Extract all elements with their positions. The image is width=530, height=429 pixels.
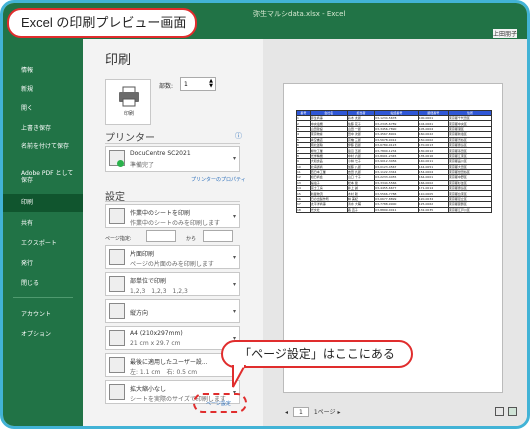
chevron-down-icon: ▾: [232, 308, 236, 315]
copies-value: 1: [184, 81, 188, 88]
scaling-icon: [109, 384, 125, 400]
table-cell: 03-8899-0011: [374, 206, 419, 214]
paper-icon: [109, 330, 125, 346]
sheet-icon: [109, 208, 125, 224]
preview-sheet-table: 番号 会社名 担当者 電話番号 郵便番号 住所 1 弥生商事 鈴木 太郎 03-123…: [296, 110, 493, 214]
print-button[interactable]: 印刷: [105, 79, 151, 125]
table-cell: 東京都江戸川区: [447, 206, 493, 214]
table-cell: 18: [296, 206, 311, 214]
margins-desc: 左: 1.1 cm 右: 0.5 cm: [130, 369, 198, 376]
page-setup-link[interactable]: ページ設定: [206, 400, 231, 407]
prev-page-icon[interactable]: ◂: [285, 409, 288, 416]
collate-select[interactable]: 部単位で印刷 1,2,3 1,2,3 1,2,3 ▾: [105, 272, 240, 296]
backstage-sidebar: 情報 新規 開く 上書き保存 名前を付けて保存 Adobe PDF として保存 …: [3, 39, 83, 426]
printer-heading: プリンター: [105, 133, 155, 144]
page-total: 1ページ: [313, 409, 336, 416]
sidebar-item-save-pdf[interactable]: Adobe PDF として保存: [3, 170, 77, 184]
callout-pointer: [232, 365, 247, 388]
settings-divider: [105, 201, 240, 202]
print-button-label: 印刷: [123, 111, 134, 117]
sidebar-item-options[interactable]: オプション: [3, 331, 83, 338]
printer-device-icon: [109, 150, 125, 167]
print-scope-desc: 作業中のシートのみを印刷します: [130, 220, 221, 227]
collate-icon: [109, 276, 125, 292]
margins-select[interactable]: 最後に適用したユーザー設... 左: 1.1 cm 右: 0.5 cm ▾: [105, 353, 240, 377]
page-from-input[interactable]: [146, 230, 176, 242]
sidebar-item-close[interactable]: 閉じる: [3, 280, 83, 287]
print-preview-area: 番号 会社名 担当者 電話番号 郵便番号 住所 1 弥生商事 鈴木 太郎 03-123…: [263, 39, 527, 426]
orientation-title: 縦方向: [130, 310, 149, 317]
sidebar-item-new[interactable]: 新規: [3, 86, 83, 93]
sides-desc: ページの片面のみを印刷します: [130, 261, 214, 268]
chevron-down-icon: ▾: [232, 213, 236, 220]
user-name[interactable]: 上田朋子: [492, 29, 517, 38]
collate-title: 部単位で印刷: [130, 278, 167, 285]
printer-status: 準備完了: [130, 162, 155, 169]
margins-icon: [109, 357, 125, 373]
chevron-down-icon: ▾: [232, 155, 236, 162]
table-cell: 光文社: [309, 206, 348, 214]
sides-select[interactable]: 片面印刷 ページの片面のみを印刷します ▾: [105, 245, 240, 269]
paper-size-select[interactable]: A4 (210x297mm) 21 cm x 29.7 cm ▾: [105, 326, 240, 350]
table-cell: 森 直子: [346, 206, 376, 214]
printer-icon: [119, 86, 139, 107]
sidebar-item-save-as[interactable]: 名前を付けて保存: [3, 143, 73, 150]
page-to-input[interactable]: [203, 230, 233, 242]
screenshot-frame: 弥生マルシdata.xlsx - Excel 上田朋子 Excel の印刷プレビ…: [0, 0, 530, 429]
chevron-down-icon: ▾: [232, 281, 236, 288]
callout-top: Excel の印刷プレビュー画面: [7, 8, 197, 38]
margins-title: 最後に適用したユーザー設...: [130, 359, 208, 366]
printer-properties-link[interactable]: プリンターのプロパティ: [191, 176, 246, 183]
current-page-input[interactable]: 1: [292, 407, 309, 417]
portrait-icon: [109, 303, 125, 319]
zoom-to-page-icon[interactable]: [508, 407, 517, 416]
copies-stepper-icon[interactable]: ▲ ▼: [209, 79, 213, 89]
printer-divider: [105, 143, 240, 144]
pages-to-label: から: [186, 236, 197, 242]
printer-select[interactable]: DocuCentre SC2021 準備完了 ▾: [105, 146, 240, 172]
sidebar-item-share[interactable]: 共有: [3, 220, 83, 227]
show-margins-icon[interactable]: [495, 407, 504, 416]
copies-label: 部数:: [159, 83, 174, 90]
orientation-select[interactable]: 縦方向 ▾: [105, 299, 240, 323]
page-navigator: ◂ 1 1ページ ▸: [285, 407, 341, 417]
sidebar-item-print[interactable]: 印刷: [3, 194, 83, 212]
sidebar-item-export[interactable]: エクスポート: [3, 240, 83, 247]
sides-title: 片面印刷: [130, 251, 155, 258]
table-row: 16 日の出製作所林 美紀 03-6677-8899 120-0034 東京都足立区: [296, 195, 493, 203]
pages-label: ページ指定:: [105, 236, 132, 242]
paper-title: A4 (210x297mm): [130, 330, 183, 337]
printer-name: DocuCentre SC2021: [130, 150, 191, 157]
scaling-title: 拡大縮小なし: [130, 386, 167, 393]
paper-desc: 21 cm x 29.7 cm: [130, 340, 181, 347]
collate-desc: 1,2,3 1,2,3 1,2,3: [130, 288, 188, 295]
page-title: 印刷: [105, 53, 132, 68]
table-row: 18 光文社森 直子 03-8899-0011 132-0035 東京都江戸川区: [296, 206, 493, 214]
sidebar-item-open[interactable]: 開く: [3, 105, 83, 112]
info-icon[interactable]: ⓘ: [235, 131, 242, 141]
sidebar-item-info[interactable]: 情報: [3, 67, 83, 74]
print-scope-select[interactable]: 作業中のシートを印刷 作業中のシートのみを印刷します ▾: [105, 204, 240, 228]
sidebar-item-account[interactable]: アカウント: [3, 311, 83, 318]
sidebar-divider: [13, 297, 73, 298]
next-page-icon[interactable]: ▸: [337, 409, 340, 416]
table-cell: 132-0035: [417, 206, 449, 214]
callout-bottom: 「ページ設定」はここにある: [221, 340, 413, 368]
copies-input[interactable]: 1 ▲ ▼: [180, 77, 216, 91]
one-sided-icon: [109, 249, 125, 265]
sidebar-item-publish[interactable]: 発行: [3, 260, 83, 267]
sidebar-item-save[interactable]: 上書き保存: [3, 125, 83, 132]
print-scope-title: 作業中のシートを印刷: [130, 210, 191, 217]
chevron-down-icon: ▾: [232, 254, 236, 261]
table-row: 11 西日本工業 吉田 九郎 03-1122-3344 154-0004 東京都世田谷区: [296, 168, 493, 176]
